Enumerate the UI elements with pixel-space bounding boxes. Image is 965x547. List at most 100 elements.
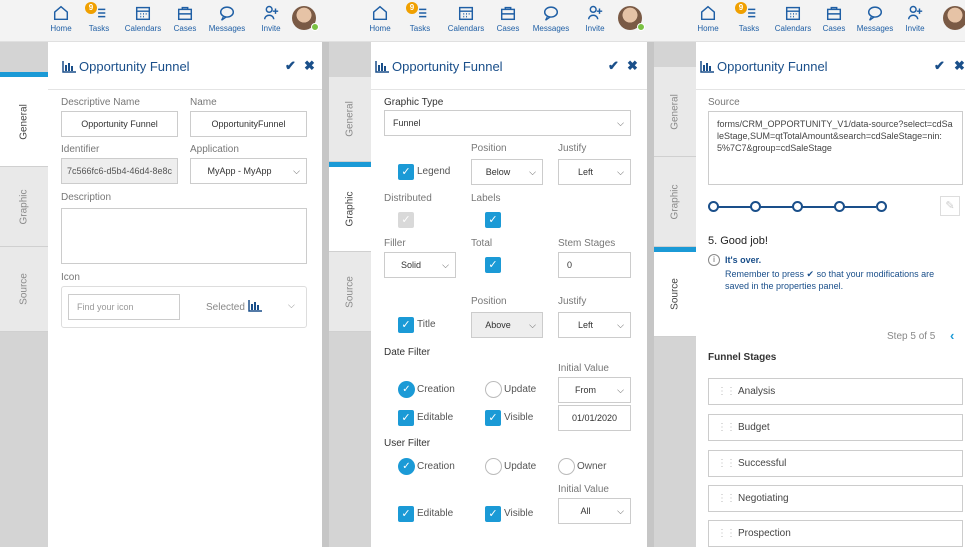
nav-cases[interactable]: Cases bbox=[487, 4, 529, 33]
drag-handle-icon[interactable]: ⋮⋮ bbox=[717, 386, 736, 397]
nav-invite[interactable]: Invite bbox=[574, 4, 616, 33]
title-position-label: Position bbox=[471, 296, 507, 307]
user-visible-checkbox[interactable]: ✓ bbox=[485, 506, 501, 522]
tab-source[interactable]: Source bbox=[329, 252, 371, 332]
magic-wand-icon[interactable]: ✎ bbox=[940, 196, 960, 216]
description-textarea[interactable] bbox=[61, 208, 307, 264]
wizard-step-5[interactable] bbox=[876, 201, 887, 212]
list-item[interactable]: ⋮⋮ Successful bbox=[708, 450, 963, 477]
tab-source[interactable]: Source bbox=[0, 247, 48, 332]
nav-messages[interactable]: Messages bbox=[530, 4, 572, 33]
legend-checkbox[interactable]: ✓ bbox=[398, 164, 414, 180]
nav-calendars[interactable]: Calendars bbox=[772, 4, 814, 33]
legend-justify-select[interactable]: Left ⌵ bbox=[558, 159, 631, 185]
nav-messages[interactable]: Messages bbox=[854, 4, 896, 33]
visible-checkbox[interactable]: ✓ bbox=[485, 410, 501, 426]
close-icon[interactable]: ✖ bbox=[954, 58, 965, 74]
chevron-down-icon: ⌵ bbox=[442, 260, 449, 270]
legend-position-select[interactable]: Below ⌵ bbox=[471, 159, 543, 185]
avatar[interactable] bbox=[292, 6, 319, 31]
graphic-form: Opportunity Funnel ✔ ✖ Graphic Type Funn… bbox=[371, 42, 647, 547]
add-user-icon bbox=[907, 5, 923, 20]
nav-calendars[interactable]: Calendars bbox=[122, 4, 164, 33]
tab-source[interactable]: Source bbox=[654, 252, 696, 337]
drag-handle-icon[interactable]: ⋮⋮ bbox=[717, 422, 736, 433]
nav-home[interactable]: Home bbox=[40, 4, 82, 33]
close-icon[interactable]: ✖ bbox=[304, 58, 315, 74]
confirm-check-icon[interactable]: ✔ bbox=[285, 58, 296, 74]
nav-tasks[interactable]: 9 Tasks bbox=[399, 2, 441, 33]
user-editable-checkbox[interactable]: ✓ bbox=[398, 506, 414, 522]
drag-handle-icon[interactable]: ⋮⋮ bbox=[717, 493, 736, 504]
name-input[interactable]: OpportunityFunnel bbox=[190, 111, 307, 137]
nav-cases[interactable]: Cases bbox=[813, 4, 855, 33]
tasks-badge: 9 bbox=[406, 2, 418, 14]
wizard-step-1[interactable] bbox=[708, 201, 719, 212]
briefcase-icon bbox=[826, 6, 842, 21]
confirm-check-icon[interactable]: ✔ bbox=[934, 58, 945, 74]
nav-messages[interactable]: Messages bbox=[206, 4, 248, 33]
update-radio[interactable] bbox=[485, 381, 502, 398]
tab-general[interactable]: General bbox=[654, 67, 696, 157]
user-owner-radio[interactable] bbox=[558, 458, 575, 475]
user-update-radio[interactable] bbox=[485, 458, 502, 475]
stem-stages-input[interactable]: 0 bbox=[558, 252, 631, 278]
form-header: Opportunity Funnel ✔ ✖ bbox=[371, 42, 647, 90]
add-user-icon bbox=[263, 5, 279, 20]
avatar[interactable] bbox=[943, 6, 965, 30]
chevron-down-icon[interactable]: ⌵ bbox=[288, 300, 295, 311]
filler-select[interactable]: Solid ⌵ bbox=[384, 252, 456, 278]
top-navigation: Home 9 Tasks Calendars Cases Messages In… bbox=[322, 0, 647, 42]
nav-home[interactable]: Home bbox=[687, 4, 729, 33]
add-user-icon bbox=[587, 5, 603, 20]
icon-selected-label: Selected bbox=[206, 302, 245, 313]
wizard-step-4[interactable] bbox=[834, 201, 845, 212]
tab-general[interactable]: General bbox=[329, 77, 371, 162]
user-creation-radio[interactable]: ✓ bbox=[398, 458, 415, 475]
source-label: Source bbox=[708, 97, 740, 108]
application-select[interactable]: MyApp - MyApp ⌵ bbox=[190, 158, 307, 184]
confirm-check-icon[interactable]: ✔ bbox=[608, 58, 619, 74]
source-textarea[interactable]: forms/CRM_OPPORTUNITY_V1/data-source?sel… bbox=[708, 111, 963, 185]
nav-calendars[interactable]: Calendars bbox=[445, 4, 487, 33]
title-checkbox[interactable]: ✓ bbox=[398, 317, 414, 333]
labels-label: Labels bbox=[471, 193, 501, 204]
date-from-select[interactable]: From ⌵ bbox=[558, 377, 631, 403]
tab-general[interactable]: General bbox=[0, 77, 48, 167]
user-filter-label: User Filter bbox=[384, 438, 431, 449]
chevron-down-icon: ⌵ bbox=[617, 167, 624, 177]
application-label: Application bbox=[190, 144, 239, 155]
drag-handle-icon[interactable]: ⋮⋮ bbox=[717, 528, 736, 539]
nav-tasks[interactable]: 9 Tasks bbox=[78, 2, 120, 33]
title-justify-select[interactable]: Left ⌵ bbox=[558, 312, 631, 338]
total-checkbox[interactable]: ✓ bbox=[485, 257, 501, 273]
tab-graphic[interactable]: Graphic bbox=[329, 167, 371, 252]
labels-checkbox[interactable]: ✓ bbox=[485, 212, 501, 228]
date-value-input[interactable]: 01/01/2020 bbox=[558, 405, 631, 431]
tab-graphic[interactable]: Graphic bbox=[0, 167, 48, 247]
avatar[interactable] bbox=[618, 6, 645, 31]
descriptive-name-input[interactable]: Opportunity Funnel bbox=[61, 111, 178, 137]
drag-handle-icon[interactable]: ⋮⋮ bbox=[717, 458, 736, 469]
list-item[interactable]: ⋮⋮ Analysis bbox=[708, 378, 963, 405]
close-icon[interactable]: ✖ bbox=[627, 58, 638, 74]
graphic-type-select[interactable]: Funnel ⌵ bbox=[384, 110, 631, 136]
editable-checkbox[interactable]: ✓ bbox=[398, 410, 414, 426]
chevron-left-icon[interactable]: ‹ bbox=[950, 328, 954, 343]
wizard-heading: 5. Good job! bbox=[708, 235, 768, 247]
nav-cases[interactable]: Cases bbox=[164, 4, 206, 33]
tab-graphic[interactable]: Graphic bbox=[654, 157, 696, 247]
user-initial-value-select[interactable]: All ⌵ bbox=[558, 498, 631, 524]
nav-invite[interactable]: Invite bbox=[894, 4, 936, 33]
creation-radio[interactable]: ✓ bbox=[398, 381, 415, 398]
nav-tasks[interactable]: 9 Tasks bbox=[728, 2, 770, 33]
nav-invite[interactable]: Invite bbox=[250, 4, 292, 33]
icon-search-input[interactable]: Find your icon bbox=[68, 294, 180, 320]
list-item[interactable]: ⋮⋮ Budget bbox=[708, 414, 963, 441]
list-item[interactable]: ⋮⋮ Negotiating bbox=[708, 485, 963, 512]
nav-home[interactable]: Home bbox=[359, 4, 401, 33]
wizard-step-3[interactable] bbox=[792, 201, 803, 212]
list-item[interactable]: ⋮⋮ Prospection bbox=[708, 520, 963, 547]
wizard-step-2[interactable] bbox=[750, 201, 761, 212]
step-indicator: Step 5 of 5 bbox=[887, 331, 936, 342]
